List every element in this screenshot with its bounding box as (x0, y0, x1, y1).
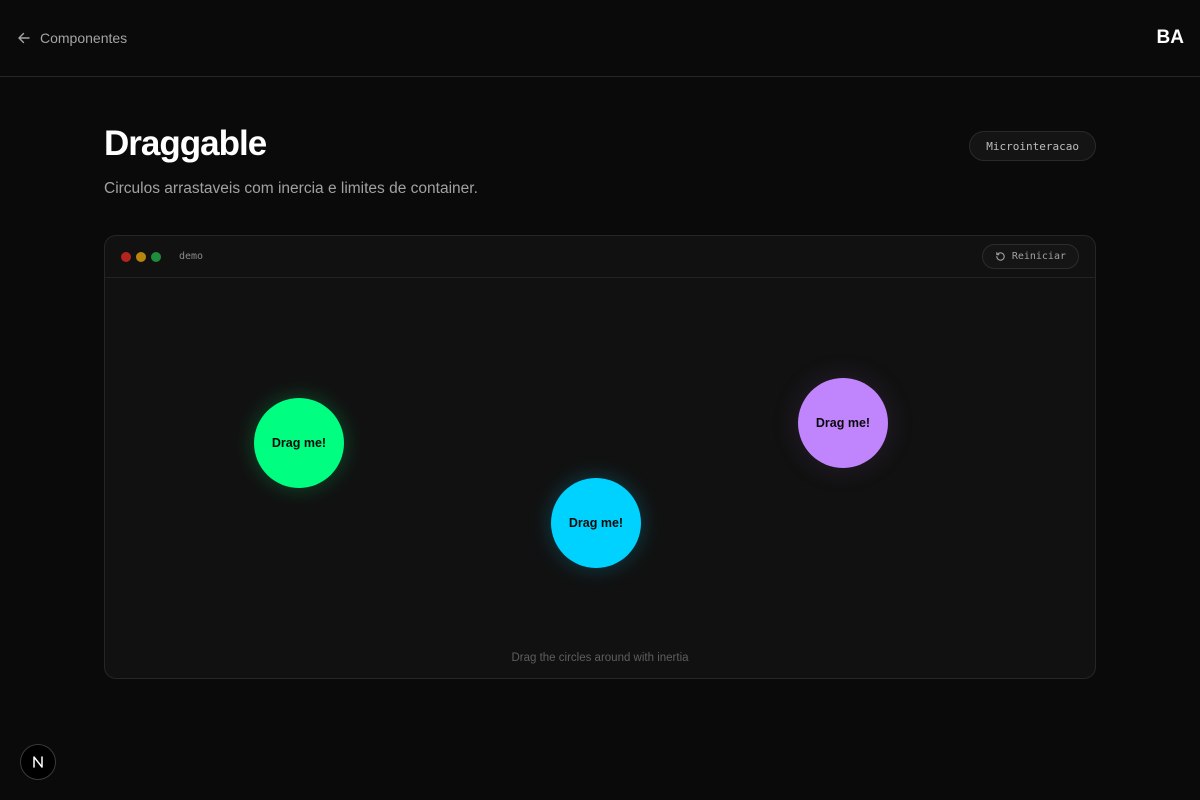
arrow-left-icon (18, 32, 30, 44)
reset-icon (996, 252, 1005, 261)
draggable-circle-green[interactable]: Drag me! (254, 398, 344, 488)
page-title: Draggable (104, 124, 267, 163)
window-dot-green (151, 251, 161, 262)
page-header: Draggable Circulos arrastaveis com inerc… (104, 124, 1096, 198)
demo-title-bar: demo Reiniciar (105, 236, 1095, 278)
draggable-circle-purple[interactable]: Drag me! (798, 378, 888, 468)
demo-label: demo (179, 251, 204, 262)
category-badge: Microinteracao (969, 131, 1096, 161)
demo-hint: Drag the circles around with inertia (511, 652, 689, 664)
logo[interactable]: BA (1157, 27, 1184, 49)
framework-badge[interactable] (20, 744, 56, 780)
reset-button[interactable]: Reiniciar (981, 244, 1079, 269)
window-dot-yellow (136, 251, 146, 262)
top-bar: Componentes BA (0, 0, 1200, 77)
demo-window: demo Reiniciar Drag me! Drag me! Drag me… (104, 235, 1096, 679)
back-link[interactable]: Componentes (17, 30, 127, 46)
reset-button-label: Reiniciar (1011, 251, 1066, 262)
window-dot-red (121, 251, 131, 262)
draggable-circle-cyan[interactable]: Drag me! (551, 478, 641, 568)
page-subtitle: Circulos arrastaveis com inercia e limit… (104, 180, 478, 197)
n-logo-icon (33, 756, 43, 768)
back-link-label: Componentes (40, 30, 128, 46)
